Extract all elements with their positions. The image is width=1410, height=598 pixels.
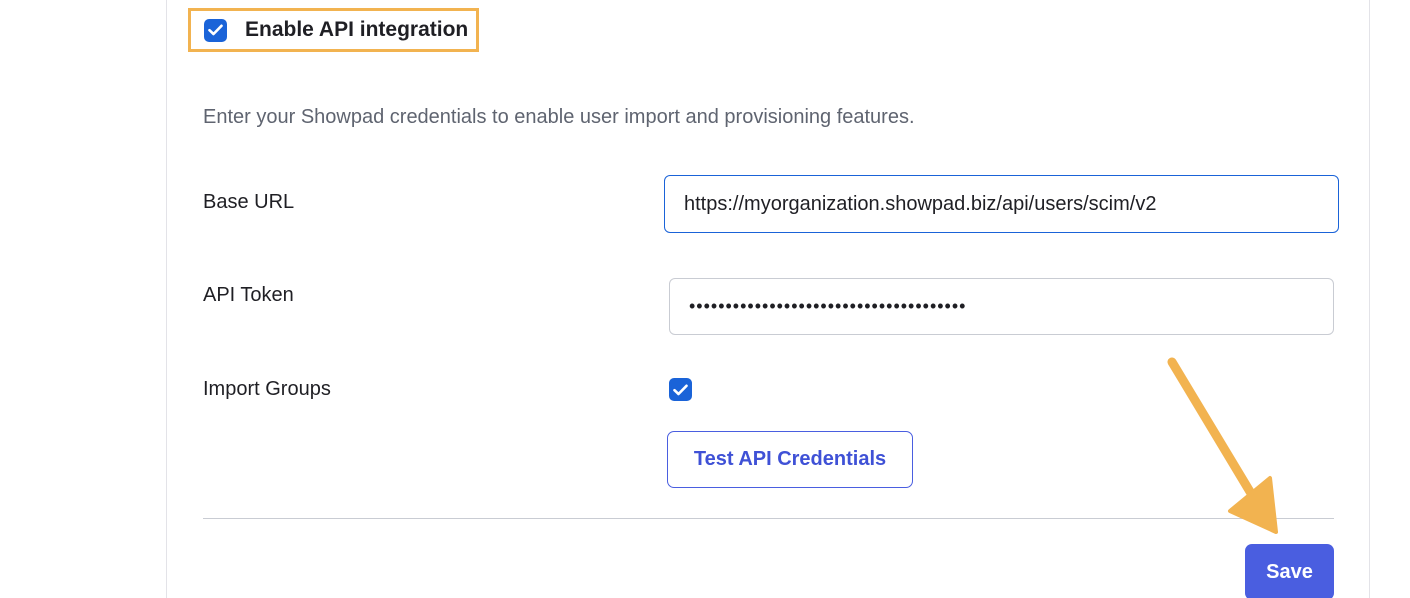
api-token-input[interactable]: •••••••••••••••••••••••••••••••••••••• (669, 278, 1334, 335)
check-icon (208, 24, 223, 36)
credentials-description: Enter your Showpad credentials to enable… (203, 106, 915, 128)
enable-api-checkbox[interactable] (204, 18, 227, 42)
base-url-label: Base URL (203, 191, 295, 213)
enable-api-highlight-box: Enable API integration (188, 8, 479, 52)
test-api-credentials-button[interactable]: Test API Credentials (667, 431, 913, 488)
divider (203, 518, 1334, 519)
check-icon (673, 384, 688, 395)
import-groups-checkbox[interactable] (669, 378, 692, 401)
save-button[interactable]: Save (1245, 544, 1334, 598)
import-groups-label: Import Groups (203, 378, 331, 400)
base-url-input[interactable]: https://myorganization.showpad.biz/api/u… (664, 175, 1339, 233)
api-token-label: API Token (203, 284, 294, 306)
page: Enable API integration Enter your Showpa… (0, 0, 1410, 598)
enable-api-label[interactable]: Enable API integration (245, 18, 468, 42)
